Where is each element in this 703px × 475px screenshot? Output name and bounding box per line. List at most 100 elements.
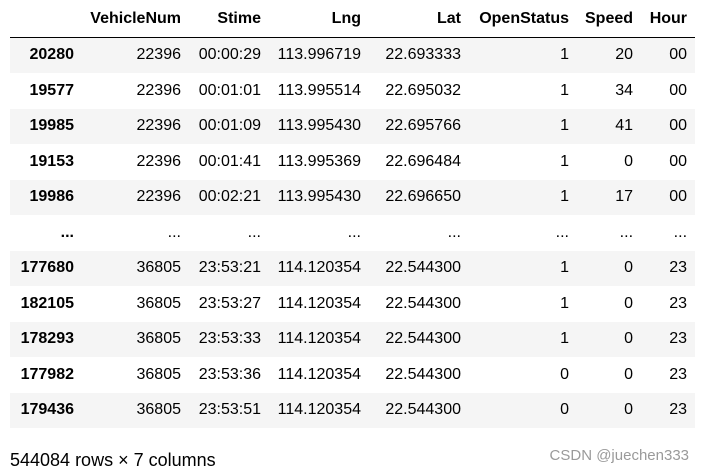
cell-speed: 34: [615, 81, 634, 99]
cell-stime: 23:53:27: [198, 294, 261, 312]
cell-speed: 20: [615, 46, 634, 64]
cell-vehiclenum: 22396: [136, 152, 182, 170]
row-index: ...: [60, 223, 74, 241]
cell-openstatus: 1: [560, 152, 569, 170]
cell-openstatus: 1: [560, 81, 569, 99]
cell-speed: 0: [624, 401, 634, 419]
cell-lat: ...: [447, 223, 461, 241]
cell-speed: 0: [624, 152, 634, 170]
cell-stime: 23:53:33: [198, 330, 261, 348]
row-index: 20280: [29, 46, 75, 64]
row-index: 177982: [20, 365, 74, 383]
cell-lng: 114.120354: [277, 365, 361, 383]
table-row: 19986 22396 00:02:21 113.995430 22.69665…: [10, 179, 696, 215]
row-index: 182105: [20, 294, 74, 312]
column-header-openstatus: OpenStatus: [469, 0, 577, 38]
cell-speed: 0: [624, 365, 634, 383]
cell-hour: 23: [669, 294, 688, 312]
table-header: VehicleNum Stime Lng Lat OpenStatus Spee…: [10, 0, 696, 38]
cell-lng: ...: [347, 223, 361, 241]
row-index: 178293: [20, 330, 74, 348]
cell-lat: 22.544300: [385, 365, 461, 383]
cell-stime: 00:02:21: [198, 188, 261, 206]
cell-vehiclenum: 22396: [136, 46, 182, 64]
table-row: 19577 22396 00:01:01 113.995514 22.69503…: [10, 73, 696, 109]
cell-vehiclenum: 36805: [136, 401, 182, 419]
cell-stime: 00:01:41: [198, 152, 261, 170]
cell-openstatus: 1: [560, 117, 569, 135]
dataframe-table: VehicleNum Stime Lng Lat OpenStatus Spee…: [10, 0, 696, 428]
cell-lat: 22.696484: [385, 152, 461, 170]
column-header-vehiclenum: VehicleNum: [82, 0, 189, 38]
cell-vehiclenum: 36805: [136, 259, 182, 277]
cell-lat: 22.693333: [385, 46, 461, 64]
cell-lat: 22.696650: [385, 188, 461, 206]
row-index: 177680: [20, 259, 74, 277]
cell-lat: 22.695766: [385, 117, 461, 135]
cell-speed: ...: [619, 223, 634, 241]
cell-lng: 114.120354: [277, 330, 361, 348]
header-row: VehicleNum Stime Lng Lat OpenStatus Spee…: [10, 0, 696, 38]
ellipsis-row: ... ... ... ... ... ... ... ...: [10, 215, 696, 251]
cell-lat: 22.695032: [385, 81, 461, 99]
cell-lat: 22.544300: [385, 401, 461, 419]
table-row: 19153 22396 00:01:41 113.995369 22.69648…: [10, 144, 696, 180]
table-row: 20280 22396 00:00:29 113.996719 22.69333…: [10, 37, 696, 73]
cell-vehiclenum: 36805: [136, 365, 182, 383]
header-index-blank: [10, 0, 82, 38]
cell-speed: 17: [615, 188, 634, 206]
cell-stime: 00:00:29: [198, 46, 261, 64]
cell-vehiclenum: 36805: [136, 330, 182, 348]
table-row: 19985 22396 00:01:09 113.995430 22.69576…: [10, 108, 696, 144]
cell-hour: 23: [669, 330, 688, 348]
row-index: 19985: [29, 117, 75, 135]
cell-lng: 114.120354: [277, 294, 361, 312]
cell-openstatus: 0: [560, 365, 569, 383]
column-header-speed: Speed: [577, 0, 642, 38]
watermark: CSDN @juechen333: [549, 447, 689, 464]
cell-openstatus: 1: [560, 259, 569, 277]
cell-vehiclenum: 36805: [136, 294, 182, 312]
table-body: 20280 22396 00:00:29 113.996719 22.69333…: [10, 37, 696, 428]
cell-stime: 00:01:01: [198, 81, 261, 99]
cell-speed: 0: [624, 294, 634, 312]
cell-speed: 41: [615, 117, 634, 135]
cell-stime: 23:53:21: [198, 259, 261, 277]
row-index: 19153: [29, 152, 75, 170]
cell-hour: 00: [669, 46, 688, 64]
cell-lng: 114.120354: [277, 401, 361, 419]
cell-hour: 23: [669, 401, 688, 419]
row-index: 19986: [29, 188, 75, 206]
cell-lat: 22.544300: [385, 330, 461, 348]
cell-openstatus: 0: [560, 401, 569, 419]
cell-vehiclenum: 22396: [136, 81, 182, 99]
cell-hour: 23: [669, 365, 688, 383]
cell-hour: 23: [669, 259, 688, 277]
cell-openstatus: 1: [560, 294, 569, 312]
cell-hour: 00: [669, 117, 688, 135]
cell-stime: ...: [247, 223, 261, 241]
table-row: 177982 36805 23:53:36 114.120354 22.5443…: [10, 357, 696, 393]
cell-lng: 113.995514: [277, 81, 361, 99]
table-row: 178293 36805 23:53:33 114.120354 22.5443…: [10, 321, 696, 357]
cell-stime: 23:53:36: [198, 365, 261, 383]
row-index: 19577: [29, 81, 75, 99]
table-row: 177680 36805 23:53:21 114.120354 22.5443…: [10, 250, 696, 286]
cell-lng: 113.995430: [277, 188, 361, 206]
table-row: 179436 36805 23:53:51 114.120354 22.5443…: [10, 392, 696, 428]
cell-vehiclenum: 22396: [136, 117, 182, 135]
cell-lat: 22.544300: [385, 259, 461, 277]
cell-lng: 114.120354: [277, 259, 361, 277]
cell-vehiclenum: 22396: [136, 188, 182, 206]
cell-vehiclenum: ...: [167, 223, 181, 241]
cell-openstatus: 1: [560, 188, 569, 206]
cell-hour: ...: [673, 223, 688, 241]
cell-stime: 00:01:09: [198, 117, 261, 135]
cell-openstatus: ...: [555, 223, 569, 241]
cell-hour: 00: [669, 188, 688, 206]
cell-speed: 0: [624, 330, 634, 348]
cell-lng: 113.995430: [277, 117, 361, 135]
cell-lng: 113.995369: [277, 152, 361, 170]
row-index: 179436: [20, 401, 74, 419]
cell-hour: 00: [669, 81, 688, 99]
